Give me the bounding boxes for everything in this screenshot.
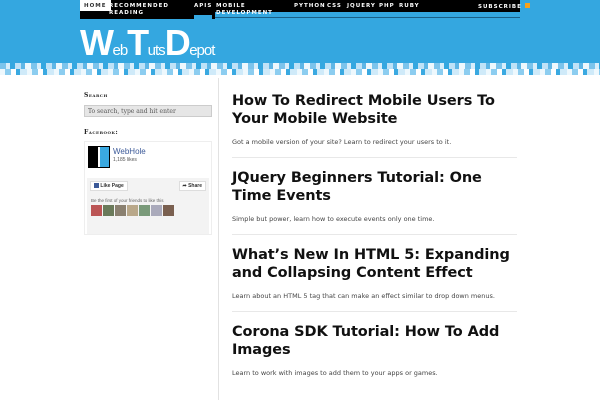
nav-subscribe[interactable]: SUBSCRIBE	[478, 3, 530, 11]
friend-avatar[interactable]	[91, 205, 102, 216]
friend-avatar[interactable]	[163, 205, 174, 216]
rss-icon	[524, 3, 530, 8]
post-item: What’s New In HTML 5: Expanding and Coll…	[232, 246, 518, 323]
fb-likes: 1,185 likes	[113, 157, 137, 163]
nav-home[interactable]: HOME	[80, 0, 111, 11]
nav-jquery[interactable]: JQUERY	[347, 3, 376, 10]
nav-php[interactable]: PHP	[379, 3, 395, 10]
search-input[interactable]: To search, type and hit enter	[84, 105, 212, 117]
nav-css[interactable]: CSS	[327, 3, 342, 10]
post-divider	[232, 157, 517, 158]
share-label: Share	[188, 183, 202, 189]
fb-page-name[interactable]: WebHole	[113, 147, 146, 156]
nav-mobile-development[interactable]: MOBILE DEVELOPMENT	[216, 3, 281, 17]
friend-avatar[interactable]	[151, 205, 162, 216]
post-title[interactable]: Corona SDK Tutorial: How To Add Images	[232, 323, 518, 359]
nav-ruby[interactable]: RUBY	[399, 3, 420, 10]
share-button[interactable]: ➦ Share	[178, 181, 206, 191]
post-divider	[232, 311, 517, 312]
post-title[interactable]: What’s New In HTML 5: Expanding and Coll…	[232, 246, 518, 282]
nav-apis[interactable]: APIS	[194, 3, 213, 19]
post-item: How To Redirect Mobile Users To Your Mob…	[232, 92, 518, 169]
nav-underline	[215, 17, 520, 18]
site-logo[interactable]: WebTutsDepot	[80, 22, 215, 64]
pixel-strip-2	[0, 69, 600, 75]
facebook-label: Facebook:	[84, 129, 119, 136]
search-label: Search	[84, 92, 108, 99]
friend-avatar[interactable]	[115, 205, 126, 216]
nav-python[interactable]: PYTHON	[294, 3, 326, 10]
fb-friends-text: Be the first of your friends to like thi…	[91, 198, 164, 203]
facebook-widget: WebHole 1,185 likes Like Page ➦ Share Be…	[84, 141, 212, 235]
webhole-logo[interactable]	[88, 146, 110, 168]
post-item: JQuery Beginners Tutorial: One Time Even…	[232, 169, 518, 246]
post-title[interactable]: How To Redirect Mobile Users To Your Mob…	[232, 92, 518, 128]
post-divider	[232, 234, 517, 235]
friend-avatar[interactable]	[103, 205, 114, 216]
post-excerpt: Got a mobile version of your site? Learn…	[232, 138, 452, 146]
like-page-label: Like Page	[100, 183, 124, 189]
post-title[interactable]: JQuery Beginners Tutorial: One Time Even…	[232, 169, 518, 205]
facebook-icon	[94, 183, 99, 189]
subscribe-label: SUBSCRIBE	[478, 4, 522, 10]
friend-avatar[interactable]	[127, 205, 138, 216]
nav-recommended-reading[interactable]: RECOMMENDED READING	[109, 3, 169, 17]
friend-faces	[91, 205, 174, 216]
fb-actions: Like Page ➦ Share Be the first of your f…	[87, 178, 209, 234]
like-page-button[interactable]: Like Page	[90, 181, 128, 191]
post-excerpt: Learn to work with images to add them to…	[232, 369, 438, 377]
post-excerpt: Simple but power, learn how to execute e…	[232, 215, 435, 223]
post-list: How To Redirect Mobile Users To Your Mob…	[232, 92, 518, 400]
sidebar: Search To search, type and hit enter Fac…	[84, 92, 214, 235]
post-item: Corona SDK Tutorial: How To Add Images Le…	[232, 323, 518, 400]
post-excerpt: Learn about an HTML 5 tag that can make …	[232, 292, 495, 300]
column-divider	[218, 78, 219, 400]
friend-avatar[interactable]	[139, 205, 150, 216]
share-icon: ➦	[182, 183, 187, 189]
